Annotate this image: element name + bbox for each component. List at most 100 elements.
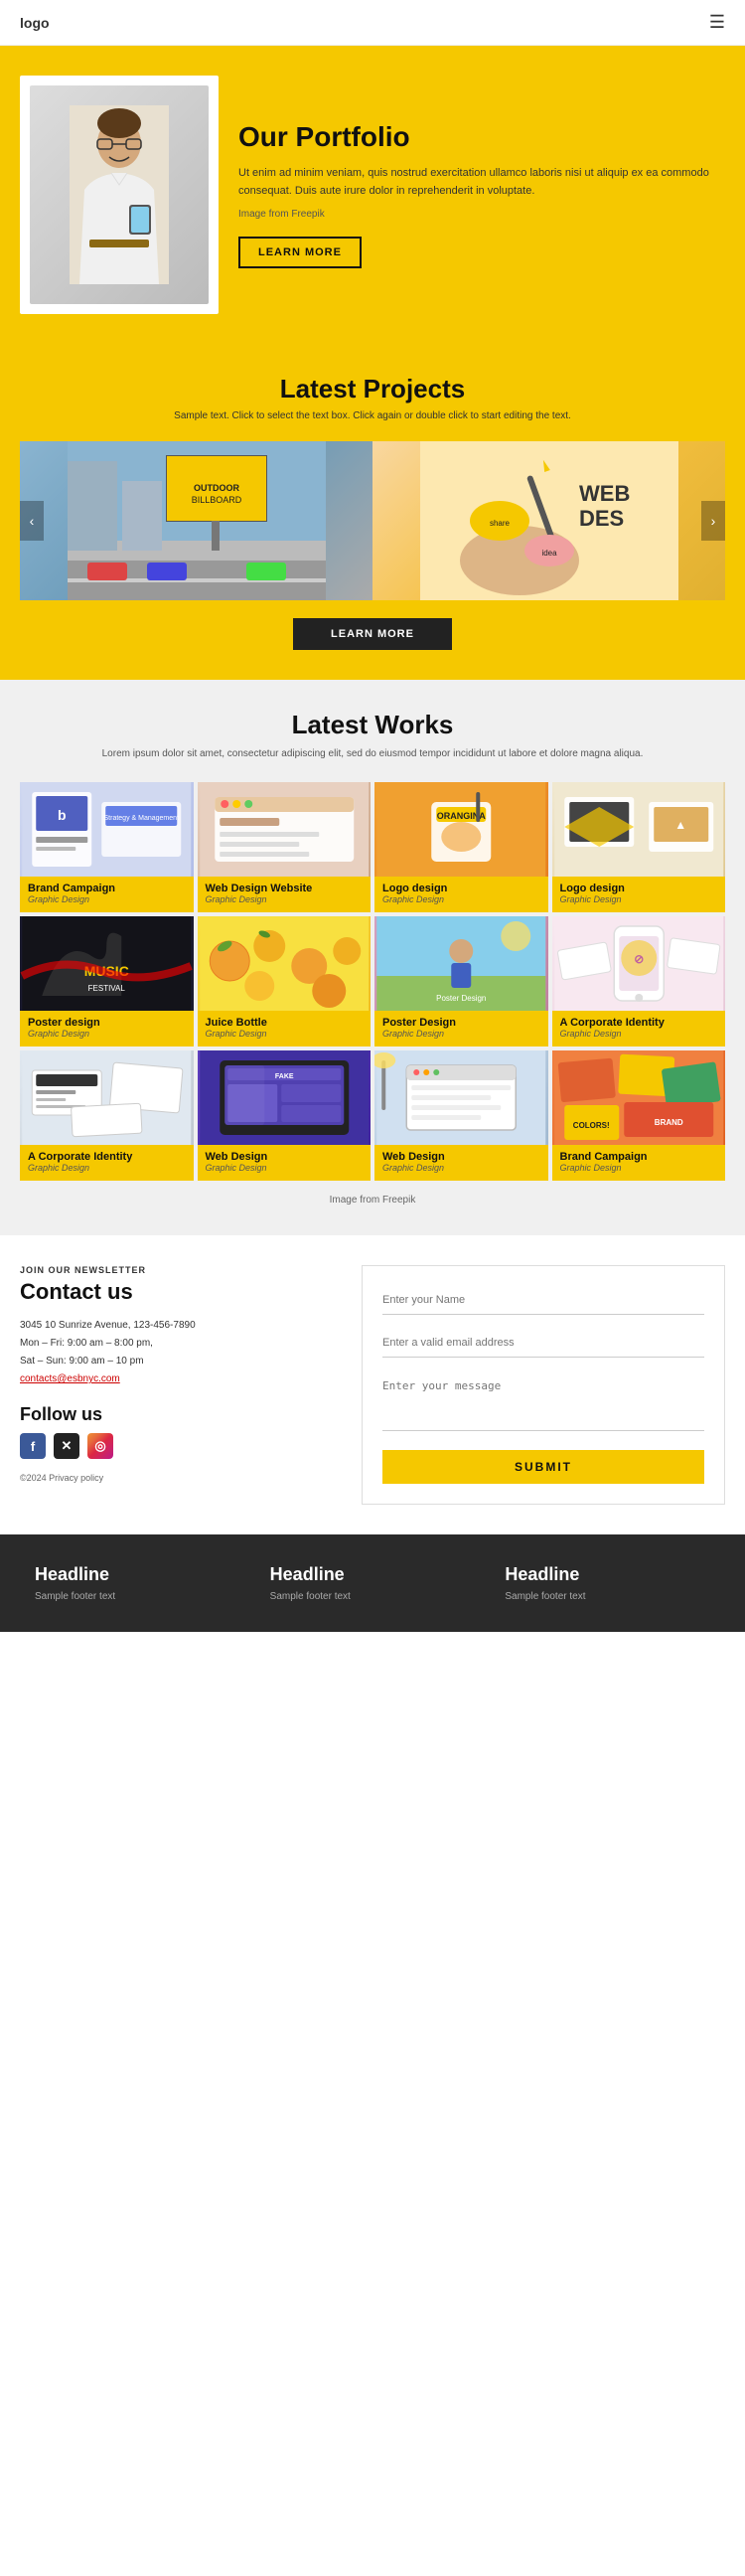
work-card-juice-bottle[interactable]: Juice Bottle Graphic Design: [198, 916, 372, 1046]
social-icons: f ✕ ◎: [20, 1433, 342, 1459]
instagram-icon[interactable]: ◎: [87, 1433, 113, 1459]
svg-text:DES: DES: [579, 506, 624, 531]
hero-content: Our Portfolio Ut enim ad minim veniam, q…: [238, 121, 725, 267]
work-image-juice-bottle: [198, 916, 372, 1011]
work-info-poster-design-1: Poster design Graphic Design: [20, 1011, 194, 1046]
contact-section: JOIN OUR NEWSLETTER Contact us 3045 10 S…: [0, 1235, 745, 1534]
work-info-juice-bottle: Juice Bottle Graphic Design: [198, 1011, 372, 1046]
work-cat-logo-design-2: Graphic Design: [560, 894, 718, 904]
svg-text:share: share: [489, 519, 510, 528]
hero-image-wrap: [20, 76, 219, 314]
work-card-logo-design-2[interactable]: ▲ Logo design Graphic Design: [552, 782, 726, 912]
work-title-poster-design-1: Poster design: [28, 1017, 186, 1029]
work-image-fake-web: FAKE: [198, 1050, 372, 1145]
svg-text:FAKE: FAKE: [274, 1073, 293, 1080]
work-card-poster-design-2[interactable]: Poster Design Poster Design Graphic Desi…: [374, 916, 548, 1046]
carousel-next-button[interactable]: ›: [701, 501, 725, 541]
work-card-brand-campaign-2[interactable]: COLORS! BRAND Brand Campaign Graphic Des…: [552, 1050, 726, 1181]
work-cat-corp-id-2: Graphic Design: [28, 1163, 186, 1173]
svg-text:OUTDOOR: OUTDOOR: [194, 483, 239, 493]
svg-text:BRAND: BRAND: [654, 1118, 682, 1127]
work-info-poster-design-2: Poster Design Graphic Design: [374, 1011, 548, 1046]
hero-section: Our Portfolio Ut enim ad minim veniam, q…: [0, 46, 745, 344]
svg-text:WEB: WEB: [579, 481, 630, 506]
work-image-poster-design-2: Poster Design: [374, 916, 548, 1011]
latest-works-subtitle: Lorem ipsum dolor sit amet, consectetur …: [20, 746, 725, 762]
work-cat-poster-design-2: Graphic Design: [382, 1029, 540, 1039]
svg-text:FESTIVAL: FESTIVAL: [88, 984, 126, 993]
work-card-logo-design-1[interactable]: ORANGINA Logo design Graphic Design: [374, 782, 548, 912]
work-title-poster-design-2: Poster Design: [382, 1017, 540, 1029]
work-info-web-design-website: Web Design Website Graphic Design: [198, 877, 372, 912]
contact-hours1: Mon – Fri: 9:00 am – 8:00 pm,: [20, 1335, 342, 1353]
work-cat-logo-design-1: Graphic Design: [382, 894, 540, 904]
footer-sub-1: Sample footer text: [35, 1591, 240, 1602]
work-info-corp-id-1: A Corporate Identity Graphic Design: [552, 1011, 726, 1046]
work-card-web-design-website[interactable]: Web Design Website Graphic Design: [198, 782, 372, 912]
svg-text:▲: ▲: [674, 818, 686, 832]
work-title-web-design-2: Web Design: [382, 1151, 540, 1163]
billboard-placeholder: OUTDOOR BILLBOARD: [20, 441, 372, 600]
svg-text:idea: idea: [541, 549, 557, 558]
project-image-billboard: OUTDOOR BILLBOARD: [20, 441, 372, 600]
svg-text:Poster Design: Poster Design: [436, 994, 486, 1003]
latest-works-title: Latest Works: [20, 710, 725, 740]
work-card-web-design-2[interactable]: Web Design Graphic Design: [374, 1050, 548, 1181]
footer: Headline Sample footer text Headline Sam…: [0, 1534, 745, 1632]
hamburger-menu[interactable]: ☰: [709, 12, 725, 33]
form-message-input[interactable]: [382, 1371, 704, 1431]
footer-headline-2: Headline: [270, 1564, 476, 1585]
latest-projects-title: Latest Projects: [20, 374, 725, 404]
work-cat-brand-campaign: Graphic Design: [28, 894, 186, 904]
projects-carousel: ‹ OUTD: [20, 441, 725, 600]
work-image-brand-campaign: b Strategy & Management: [20, 782, 194, 877]
contact-email[interactable]: contacts@esbnyc.com: [20, 1373, 120, 1384]
projects-learn-more-button[interactable]: LEARN MORE: [293, 618, 452, 650]
work-image-poster-design-1: MUSIC FESTIVAL: [20, 916, 194, 1011]
work-card-corp-id-2[interactable]: A Corporate Identity Graphic Design: [20, 1050, 194, 1181]
work-card-fake-web[interactable]: FAKE Web Design Graphic Design: [198, 1050, 372, 1181]
footer-headline-1: Headline: [35, 1564, 240, 1585]
form-submit-button[interactable]: SUBMIT: [382, 1450, 704, 1484]
work-title-brand-campaign-2: Brand Campaign: [560, 1151, 718, 1163]
logo: logo: [20, 15, 50, 31]
work-cat-fake-web: Graphic Design: [206, 1163, 364, 1173]
footer-col-1: Headline Sample footer text: [20, 1564, 255, 1602]
hero-description: Ut enim ad minim veniam, quis nostrud ex…: [238, 165, 725, 200]
work-info-brand-campaign: Brand Campaign Graphic Design: [20, 877, 194, 912]
work-title-logo-design-2: Logo design: [560, 883, 718, 894]
svg-text:BILLBOARD: BILLBOARD: [191, 495, 241, 505]
contact-address: 3045 10 Sunrize Avenue, 123-456-7890: [20, 1317, 342, 1335]
carousel-images: OUTDOOR BILLBOARD: [20, 441, 725, 600]
work-title-juice-bottle: Juice Bottle: [206, 1017, 364, 1029]
work-card-poster-design-1[interactable]: MUSIC FESTIVAL Poster design Graphic Des…: [20, 916, 194, 1046]
twitter-x-icon[interactable]: ✕: [54, 1433, 79, 1459]
work-card-brand-campaign[interactable]: b Strategy & Management Brand Campaign G…: [20, 782, 194, 912]
contact-details: 3045 10 Sunrize Avenue, 123-456-7890 Mon…: [20, 1317, 342, 1388]
follow-title: Follow us: [20, 1404, 342, 1425]
contact-hours2: Sat – Sun: 9:00 am – 10 pm: [20, 1353, 342, 1370]
work-cat-brand-campaign-2: Graphic Design: [560, 1163, 718, 1173]
work-title-corp-id-1: A Corporate Identity: [560, 1017, 718, 1029]
work-cat-web-design-2: Graphic Design: [382, 1163, 540, 1173]
carousel-prev-button[interactable]: ‹: [20, 501, 44, 541]
work-info-brand-campaign-2: Brand Campaign Graphic Design: [552, 1145, 726, 1181]
work-info-corp-id-2: A Corporate Identity Graphic Design: [20, 1145, 194, 1181]
facebook-icon[interactable]: f: [20, 1433, 46, 1459]
form-email-input[interactable]: [382, 1329, 704, 1358]
work-card-corp-id-1[interactable]: ⊘ A Corporate Identity Graphic Design: [552, 916, 726, 1046]
svg-text:⊘: ⊘: [634, 952, 644, 966]
hero-learn-more-button[interactable]: LEARN MORE: [238, 237, 362, 268]
latest-works-section: Latest Works Lorem ipsum dolor sit amet,…: [0, 680, 745, 1235]
work-title-brand-campaign: Brand Campaign: [28, 883, 186, 894]
contact-title: Contact us: [20, 1279, 342, 1305]
form-name-input[interactable]: [382, 1286, 704, 1315]
work-title-fake-web: Web Design: [206, 1151, 364, 1163]
work-title-web-design-website: Web Design Website: [206, 883, 364, 894]
project-image-webdesign: WEB DES share idea: [372, 441, 725, 600]
footer-col-2: Headline Sample footer text: [255, 1564, 491, 1602]
newsletter-label: JOIN OUR NEWSLETTER: [20, 1265, 342, 1275]
work-info-fake-web: Web Design Graphic Design: [198, 1145, 372, 1181]
work-info-logo-design-2: Logo design Graphic Design: [552, 877, 726, 912]
latest-projects-section: Latest Projects Sample text. Click to se…: [0, 344, 745, 680]
